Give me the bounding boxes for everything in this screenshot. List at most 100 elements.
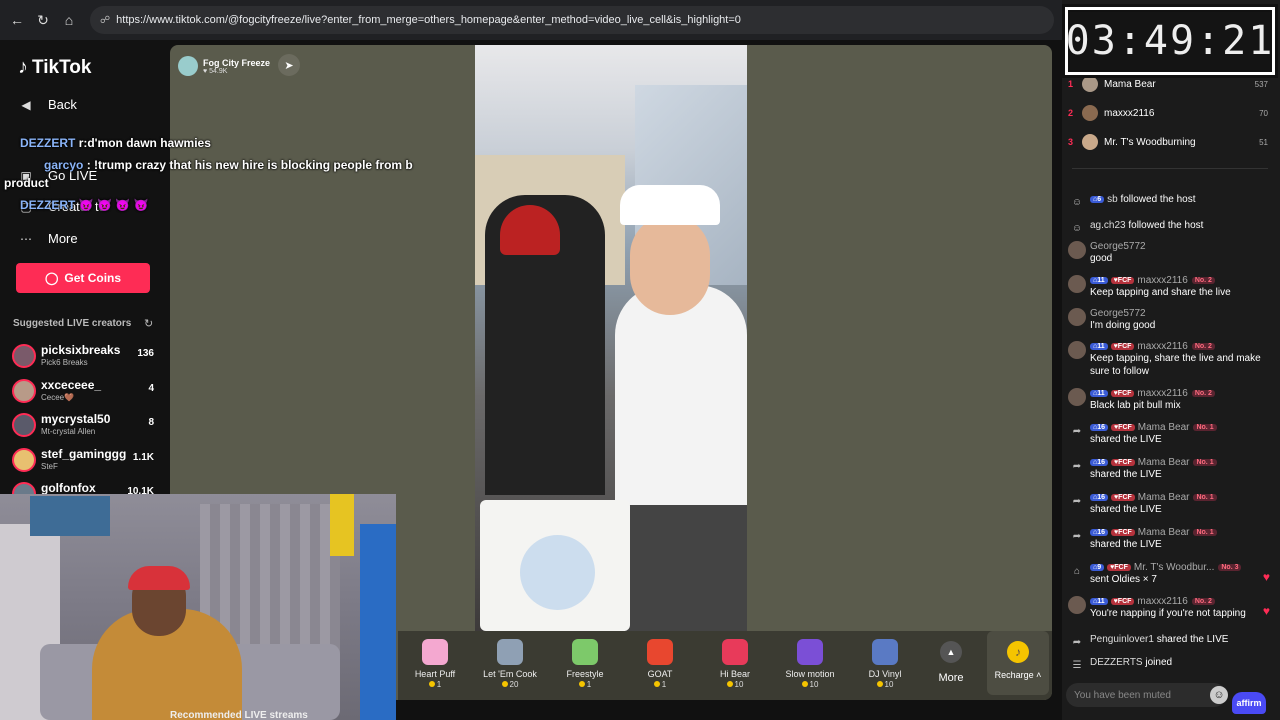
more-gifts-button[interactable]: ▲ More [929,639,973,684]
gift-name: Let 'Em Cook [483,669,537,679]
stream-timer: 03:49:21 [1062,4,1278,78]
overlay-text: r:d'mon dawn hawmies [78,136,211,150]
viewer-rank: 2 [1068,108,1074,118]
avatar [12,448,36,472]
recharge-button[interactable]: ♪ Recharge ˄ [987,631,1049,695]
gift-let-em-cook[interactable]: Let 'Em Cook 20 [475,639,545,689]
chat-message-header: DEZZERTS joined [1090,656,1272,669]
chat-text: You're napping if you're not tapping [1090,608,1246,619]
viewer-count: 136 [137,348,154,359]
gift-price: 10 [775,680,845,689]
gift-heart-puff[interactable]: Heart Puff 1 [400,639,470,689]
chat-username[interactable]: maxxx2116 [1137,275,1187,286]
home-icon[interactable]: ⌂ [58,9,80,31]
share-icon: ➦ [1072,636,1082,648]
level-badge: ⌂16 [1090,459,1109,466]
chat-username[interactable]: Mr. T's Woodbur... [1134,562,1214,573]
chat-username[interactable]: Mama Bear [1138,422,1190,433]
chat-username[interactable]: Mama Bear [1138,527,1190,538]
chat-username[interactable]: Mama Bear [1138,492,1190,503]
more-gifts-label: More [938,672,964,684]
chat-username[interactable]: George5772 [1090,308,1146,319]
affirm-logo[interactable]: affirm [1232,692,1266,714]
webcam-shelf [360,524,396,720]
fan-club-badge: ♥FCF [1110,277,1135,284]
chat-username[interactable]: Penguinlover1 [1090,634,1154,645]
get-coins-button[interactable]: ◯ Get Coins [16,263,150,293]
chat-username[interactable]: maxxx2116 [1137,596,1187,607]
back-arrow-icon[interactable]: ← [6,9,28,31]
tiktok-logo[interactable]: ♪ TikTok [18,56,91,79]
avatar [1068,308,1086,326]
suggested-creator[interactable]: xxceceee_ Cecee🤎 4 [12,377,154,407]
creator-name: stef_gaminggg [41,447,127,461]
reload-icon[interactable]: ↻ [32,9,54,31]
avatar [1068,388,1086,406]
avatar [12,379,36,403]
viewer-rank: 3 [1068,137,1074,147]
top-viewer[interactable]: 2 maxxx2116 70 [1068,103,1268,123]
refresh-icon[interactable]: ↻ [144,317,153,330]
chat-username[interactable]: maxxx2116 [1137,341,1187,352]
back-button[interactable]: ◀ Back [18,97,77,112]
chat-message-header: ⌂6 sb followed the host [1090,193,1272,206]
chat-username[interactable]: DEZZERTS [1090,657,1143,668]
chat-message-body: ag.ch23 followed the host [1090,219,1272,232]
chat-username[interactable]: ag.ch23 [1090,220,1126,231]
overlay-user: garcyo [44,158,84,172]
chat-message-header: ag.ch23 followed the host [1090,219,1272,232]
dj-vinyl-icon [872,639,898,665]
host-avatar[interactable] [178,56,198,76]
chat-input[interactable]: You have been muted [1066,683,1226,707]
viewer-count: 1.1K [132,452,154,463]
chat-message-header: ⌂11 ♥FCF maxxx2116 No. 2 [1090,388,1272,399]
chat-username[interactable]: George5772 [1090,241,1146,252]
share-icon[interactable]: ➤ [278,54,300,76]
chat-message-body: ⌂11 ♥FCF maxxx2116 No. 2 Keep tapping, share… [1090,341,1272,378]
chat-username[interactable]: maxxx2116 [1137,388,1187,399]
suggested-creator[interactable]: stef_gaminggg SteF 1.1K [12,446,154,476]
live-video[interactable] [475,45,747,631]
chat-message-body: George5772 good [1090,241,1272,265]
emoji-icon[interactable]: ☺ [1210,686,1228,704]
creator-name: mycrystal50 [41,412,111,426]
viewer-name: Mama Bear [1104,78,1156,90]
recharge-text: Recharge [994,670,1034,680]
fan-club-badge: ♥FCF [1110,390,1135,397]
site-info-icon[interactable]: ☍ [100,15,110,26]
gift-hi-bear[interactable]: Hi Bear 10 [700,639,770,689]
gift-price-value: 1 [436,680,442,689]
gift-price-value: 20 [509,680,519,689]
top-viewer[interactable]: 3 Mr. T's Woodburning 51 [1068,132,1268,152]
gift-freestyle[interactable]: Freestyle 1 [550,639,620,689]
level-badge: ⌂11 [1090,390,1108,397]
chat-username[interactable]: Mama Bear [1138,457,1190,468]
more-button[interactable]: ⋯ More [18,231,78,246]
fan-club-badge: ♥FCF [1111,529,1135,536]
video-counter [625,505,747,631]
chat-username[interactable]: sb [1107,194,1118,205]
address-bar[interactable]: ☍ https://www.tiktok.com/@fogcityfreeze/… [90,6,1054,34]
avatar [1068,241,1086,259]
recommended-caption: Recommended LIVE streams [170,710,308,720]
overlay-user: DEZZERT [20,198,76,212]
chat-message-body: ⌂16 ♥FCF Mama Bear No. 1 shared the LIVE [1090,492,1272,516]
video-visor [620,185,720,225]
suggested-creator[interactable]: picksixbreaks Pick6 Breaks 136 [12,342,154,372]
chat-message-header: George5772 [1090,241,1272,252]
logo-text: TikTok [32,56,92,78]
fan-club-badge: ♥FCF [1110,343,1135,350]
chat-message-header: ⌂11 ♥FCF maxxx2116 No. 2 [1090,596,1272,607]
share-icon: ➦ [1072,425,1082,437]
heart-puff-icon [422,639,448,665]
gift-name: Freestyle [566,669,604,679]
chat-text: shared the LIVE [1153,634,1229,645]
host-info[interactable]: Fog City Freeze ♥ 54.9K [178,53,270,79]
chat-message-body: ⌂6 sb followed the host [1090,193,1272,206]
gift-dj-vinyl[interactable]: DJ Vinyl 10 [850,639,920,689]
gift-slow-motion[interactable]: Slow motion 10 [775,639,845,689]
viewer-score: 537 [1254,79,1268,89]
chat-message-header: ⌂11 ♥FCF maxxx2116 No. 2 [1090,341,1272,352]
gift-goat[interactable]: GOAT 1 [625,639,695,689]
suggested-creator[interactable]: mycrystal50 Mt-crystal Allen 8 [12,411,154,441]
